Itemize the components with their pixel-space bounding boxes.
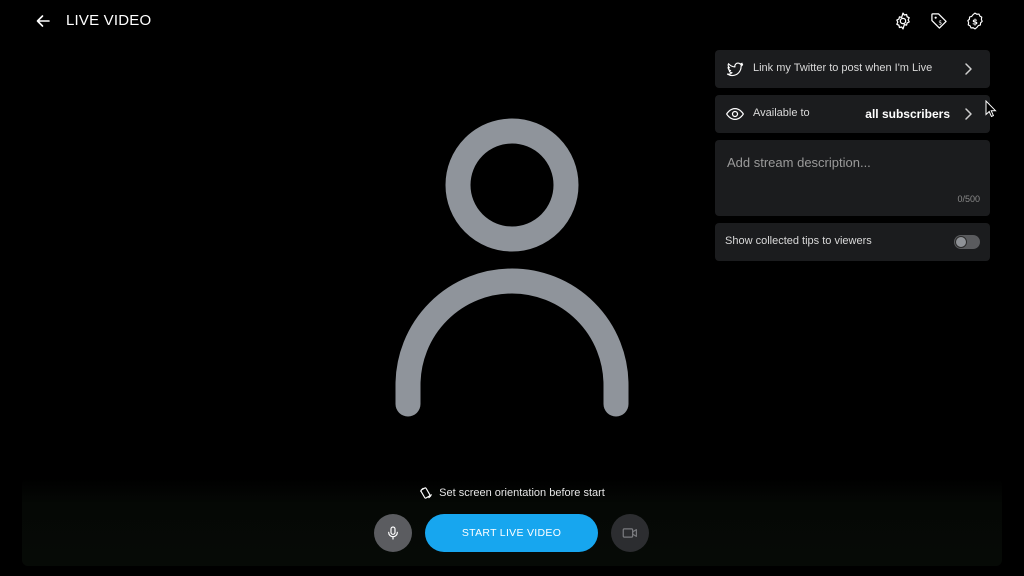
- mouse-cursor-icon: [985, 100, 997, 118]
- orientation-hint: Set screen orientation before start: [0, 486, 1024, 500]
- microphone-button[interactable]: [374, 514, 412, 552]
- earnings-button[interactable]: $: [963, 9, 987, 33]
- availability-row[interactable]: Available to all subscribers: [715, 95, 990, 133]
- stream-description-card: 0/500: [715, 140, 990, 216]
- show-tips-row: Show collected tips to viewers: [715, 223, 990, 261]
- start-live-video-button[interactable]: START LIVE VIDEO: [425, 514, 598, 552]
- toggle-knob: [955, 236, 967, 248]
- user-avatar-placeholder-icon: [395, 118, 629, 417]
- link-twitter-label: Link my Twitter to post when I'm Live: [753, 62, 933, 74]
- price-tag-icon: $: [931, 13, 947, 29]
- show-tips-label: Show collected tips to viewers: [725, 235, 872, 247]
- availability-value: all subscribers: [865, 107, 950, 121]
- link-twitter-row[interactable]: Link my Twitter to post when I'm Live: [715, 50, 990, 88]
- settings-button[interactable]: [891, 9, 915, 33]
- dollar-coin-icon: $: [967, 12, 983, 30]
- orientation-hint-text: Set screen orientation before start: [439, 487, 605, 499]
- eye-icon: [725, 104, 745, 124]
- settings-gear-icon: [896, 12, 910, 30]
- description-char-counter: 0/500: [957, 194, 980, 204]
- svg-text:$: $: [938, 20, 942, 26]
- chevron-right-icon: [965, 63, 972, 75]
- back-button[interactable]: [30, 8, 56, 34]
- arrow-left-icon: [36, 15, 50, 27]
- top-bar: LIVE VIDEO $ $: [0, 0, 1024, 42]
- chevron-right-icon: [965, 108, 972, 120]
- stream-description-input[interactable]: [727, 152, 977, 172]
- price-tag-button[interactable]: $: [927, 9, 951, 33]
- svg-text:$: $: [972, 16, 978, 26]
- video-camera-icon: [622, 528, 637, 538]
- twitter-bird-icon: [725, 59, 745, 79]
- screen-rotation-icon: [420, 487, 432, 499]
- live-video-screen: LIVE VIDEO $ $ Link my Twitter to post w…: [0, 0, 1024, 576]
- page-title: LIVE VIDEO: [66, 12, 152, 29]
- show-tips-toggle[interactable]: [954, 235, 980, 249]
- availability-label: Available to: [753, 107, 810, 119]
- camera-button[interactable]: [611, 514, 649, 552]
- microphone-icon: [388, 526, 398, 540]
